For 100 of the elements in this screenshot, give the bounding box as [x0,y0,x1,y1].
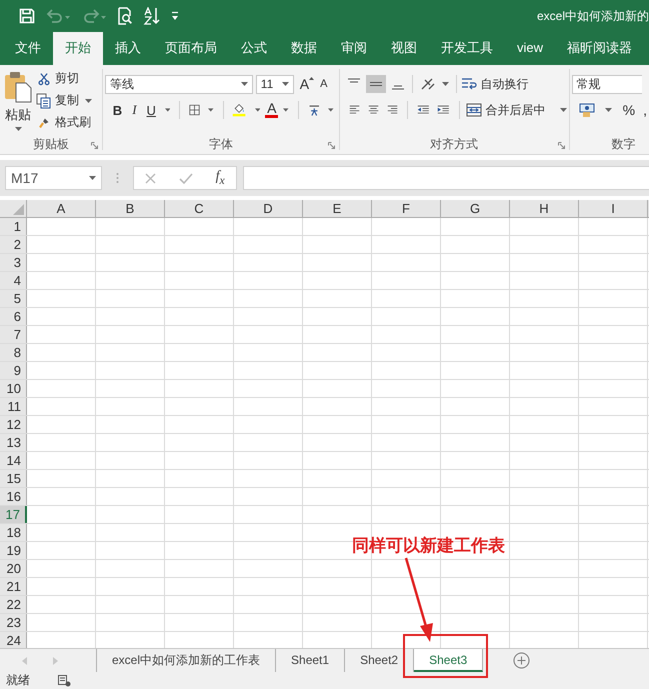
increase-font-button[interactable]: A [296,76,310,92]
macro-record-icon[interactable] [58,674,71,686]
font-color-button[interactable]: A [265,102,278,118]
column-header[interactable]: G [441,200,510,217]
row-header[interactable]: 10 [0,380,27,397]
ribbon-tab[interactable]: 开发工具 [429,32,505,65]
caret-icon[interactable] [328,108,334,112]
merge-center-button[interactable]: 合并后居中 [466,102,567,118]
ribbon-tab[interactable]: 开始 [53,32,103,65]
ribbon-tab[interactable]: 页面布局 [153,32,229,65]
row-header[interactable]: 14 [0,452,27,469]
row-header[interactable]: 18 [0,524,27,541]
copy-button[interactable]: 复制 [36,91,95,110]
row-header[interactable]: 12 [0,416,27,433]
caret-icon [282,82,289,86]
row-header[interactable]: 4 [0,272,27,289]
row-header[interactable]: 15 [0,470,27,487]
add-sheet-icon[interactable] [513,652,530,669]
column-header[interactable]: B [96,200,165,217]
row-header[interactable]: 20 [0,560,27,577]
save-icon[interactable] [19,8,35,24]
column-header[interactable]: C [165,200,234,217]
row-header[interactable]: 13 [0,434,27,451]
format-painter-button[interactable]: 格式刷 [36,113,95,132]
decrease-font-button[interactable]: A [316,78,332,90]
row-header[interactable]: 2 [0,236,27,253]
wrap-text-icon [460,77,477,91]
fill-color-icon[interactable] [232,101,247,119]
clipboard-icon [4,71,32,103]
caret-icon[interactable] [164,108,170,112]
row-header[interactable]: 3 [0,254,27,271]
wrap-text-button[interactable]: 自动换行 [460,76,529,92]
dialog-launcher-icon[interactable] [558,142,565,149]
currency-icon[interactable] [578,102,597,118]
italic-button[interactable]: I [128,102,141,118]
ribbon-tab[interactable]: 公式 [229,32,279,65]
paste-button[interactable]: 粘贴 [2,69,34,134]
customize-icon[interactable] [171,11,179,21]
row-header[interactable]: 8 [0,344,27,361]
caret-icon [89,176,96,180]
caret-up-icon [309,77,314,80]
row-header[interactable]: 21 [0,578,27,595]
ribbon-tab[interactable]: 文件 [3,32,53,65]
ribbon-tab[interactable]: 审阅 [329,32,379,65]
print-preview-icon[interactable] [117,7,133,25]
row-header[interactable]: 6 [0,308,27,325]
group-label: 对齐方式 [430,136,478,152]
font-size-field[interactable]: 11 [256,74,294,94]
formula-input[interactable] [243,166,649,190]
merge-cells-icon [466,103,482,117]
row-header[interactable]: 5 [0,290,27,307]
row-header[interactable]: 17 [0,506,27,523]
row-header[interactable]: 7 [0,326,27,343]
caret-icon[interactable] [604,108,612,112]
bold-button[interactable]: B [108,102,126,118]
row-header[interactable]: 16 [0,488,27,505]
comma-style-button[interactable]: , [643,102,647,118]
caret-icon [560,108,567,112]
sheet-tab[interactable]: Sheet3 [414,649,484,672]
caret-icon[interactable] [208,108,214,112]
row-header[interactable]: 11 [0,398,27,415]
number-format-field[interactable]: 常规 [572,74,642,94]
column-header[interactable]: D [234,200,303,217]
dialog-launcher-icon[interactable] [328,142,335,149]
drag-handle-icon[interactable] [116,172,119,184]
dialog-launcher-icon[interactable] [90,142,98,149]
insert-function-button[interactable]: f$_{x}$ [216,169,225,187]
status-text: 就绪 [6,672,30,689]
row-header[interactable]: 24 [0,632,27,648]
column-header[interactable]: H [510,200,579,217]
column-header[interactable]: A [27,200,96,217]
caret-icon[interactable] [442,82,449,86]
font-name-field[interactable]: 等线 [104,74,253,94]
caret-icon[interactable] [254,108,260,112]
column-header[interactable]: I [579,200,648,217]
row-header[interactable]: 22 [0,596,27,613]
sort-icon[interactable] [143,7,161,25]
row-header[interactable]: 9 [0,362,27,379]
group-label: 字体 [208,136,233,152]
row-header[interactable]: 19 [0,542,27,559]
caret-icon [240,82,248,86]
cut-button[interactable]: 剪切 [36,69,95,88]
borders-icon[interactable] [189,103,200,117]
column-header[interactable]: E [303,200,372,217]
ribbon-tab[interactable]: view [505,32,556,65]
text-orientation-icon[interactable] [420,77,436,91]
percent-style-button[interactable]: % [622,102,636,118]
ribbon-tab[interactable]: 福昕阅读器 [555,32,644,65]
ribbon-tab[interactable]: 视图 [379,32,429,65]
row-header[interactable]: 1 [0,218,27,235]
ribbon-tab[interactable]: 数据 [279,32,329,65]
column-header[interactable]: F [372,200,441,217]
row-header[interactable]: 23 [0,614,27,631]
group-label: 数字 [612,136,636,152]
caret-icon [85,98,92,102]
ribbon-tab[interactable]: 插入 [103,32,153,65]
middle-align-icon[interactable] [366,75,386,93]
underline-button[interactable]: U [142,102,160,118]
caret-icon[interactable] [283,108,289,112]
name-box[interactable]: M17 [5,166,102,190]
